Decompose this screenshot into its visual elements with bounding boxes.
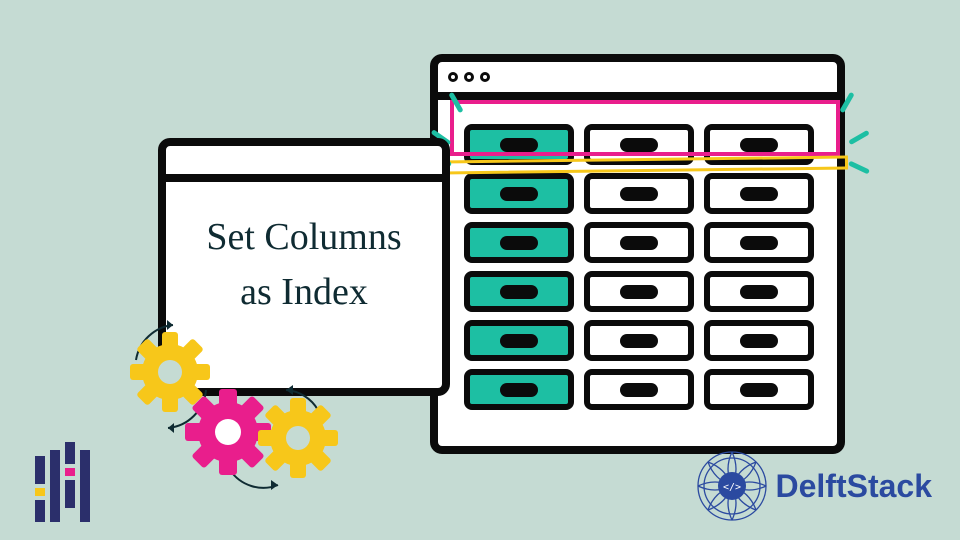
- gear-icon: [185, 389, 271, 475]
- data-cell: [704, 271, 814, 312]
- window-control-dot: [464, 72, 474, 82]
- index-cell: [464, 222, 574, 263]
- index-cell: [464, 320, 574, 361]
- gears-group: [118, 320, 378, 505]
- index-cell: [464, 124, 574, 165]
- data-cell: [704, 369, 814, 410]
- data-cell: [584, 124, 694, 165]
- window-title-bar: [438, 62, 837, 100]
- data-cell: [584, 369, 694, 410]
- data-cell: [704, 320, 814, 361]
- pandas-logo-icon: [35, 442, 90, 522]
- data-cell: [584, 222, 694, 263]
- data-table-window: [430, 54, 845, 454]
- window-control-dot: [448, 72, 458, 82]
- brand-text: DelftStack: [776, 468, 933, 505]
- mandala-icon: </>: [696, 450, 768, 522]
- data-cell: [584, 271, 694, 312]
- data-cell: [704, 222, 814, 263]
- window-title-bar: [166, 146, 442, 182]
- table-row: [464, 222, 814, 263]
- gear-icon: [130, 332, 210, 412]
- spark-icon: [848, 161, 870, 175]
- index-cell: [464, 369, 574, 410]
- table-row: [464, 320, 814, 361]
- table-row: [464, 271, 814, 312]
- data-grid: [464, 124, 814, 418]
- data-cell: [584, 173, 694, 214]
- data-cell: [704, 173, 814, 214]
- spark-icon: [848, 130, 870, 145]
- index-cell: [464, 271, 574, 312]
- data-cell: [584, 320, 694, 361]
- table-row: [464, 173, 814, 214]
- gears-svg: [118, 320, 378, 500]
- index-cell: [464, 173, 574, 214]
- svg-text:</>: </>: [722, 482, 740, 493]
- window-control-dot: [480, 72, 490, 82]
- data-cell: [704, 124, 814, 165]
- table-row: [464, 369, 814, 410]
- table-row: [464, 124, 814, 165]
- delftstack-logo: </> DelftStack: [696, 450, 933, 522]
- title-line-1: Set Columns: [176, 210, 432, 265]
- gear-icon: [258, 398, 338, 478]
- title-line-2: as Index: [176, 265, 432, 320]
